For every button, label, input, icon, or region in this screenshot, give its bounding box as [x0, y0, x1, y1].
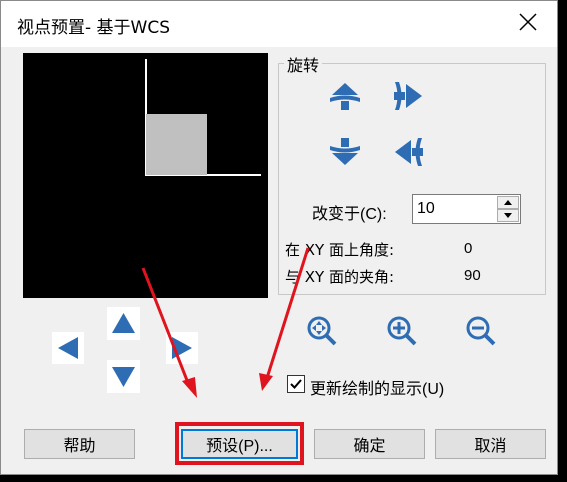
- change-by-input[interactable]: [415, 197, 497, 221]
- help-button[interactable]: 帮助: [24, 429, 135, 459]
- xy-plane-angle-value: 0: [464, 240, 473, 257]
- spinner-up-button[interactable]: [497, 196, 519, 209]
- update-display-label[interactable]: 更新绘制的显示(U): [310, 375, 444, 399]
- preset-button[interactable]: 预设(P)...: [181, 429, 298, 459]
- cancel-button[interactable]: 取消: [435, 429, 546, 459]
- rotation-group-label: 旋转: [284, 52, 323, 76]
- view-preview: [23, 53, 268, 298]
- zoom-in-icon[interactable]: [384, 313, 418, 347]
- pan-down-icon[interactable]: [107, 360, 140, 393]
- ok-button[interactable]: 确定: [314, 429, 425, 459]
- update-display-checkbox[interactable]: [287, 375, 305, 393]
- dialog-title: 视点预置- 基于WCS: [17, 18, 171, 38]
- viewpoint-dialog: 视点预置- 基于WCS 旋转 改变于(C): 10 在 XY 面上角度: 0 与…: [0, 0, 558, 475]
- pan-right-icon[interactable]: [166, 332, 198, 364]
- xy-angle-value: 90: [464, 267, 481, 284]
- rotate-down-icon[interactable]: [328, 137, 362, 167]
- spinner-down-button[interactable]: [497, 209, 519, 222]
- change-by-spinner[interactable]: [412, 194, 521, 224]
- rotate-right-icon[interactable]: [392, 80, 424, 112]
- preview-square: [146, 114, 207, 175]
- title-bar: 视点预置- 基于WCS: [1, 1, 557, 47]
- checkmark-icon: [290, 379, 302, 389]
- rotate-left-icon[interactable]: [393, 136, 425, 168]
- pan-left-icon[interactable]: [52, 332, 84, 364]
- xy-plane-angle-label: 在 XY 面上角度:: [285, 241, 395, 259]
- pan-up-icon[interactable]: [107, 307, 140, 340]
- xy-angle-label: 与 XY 面的夹角:: [285, 268, 395, 286]
- zoom-out-icon[interactable]: [463, 313, 497, 347]
- change-by-label: 改变于(C):: [312, 206, 387, 223]
- close-icon[interactable]: [517, 11, 539, 33]
- zoom-extents-icon[interactable]: [304, 313, 338, 347]
- rotate-up-icon[interactable]: [328, 81, 362, 111]
